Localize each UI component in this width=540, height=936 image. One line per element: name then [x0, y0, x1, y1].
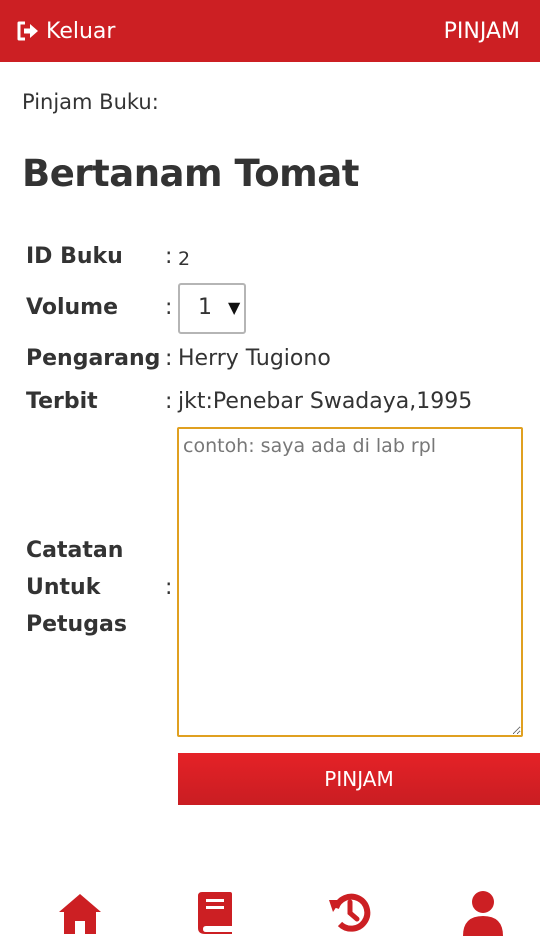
user-icon [463, 891, 503, 936]
notes-textarea[interactable] [177, 427, 523, 737]
book-icon [198, 892, 232, 934]
volume-selected-value: 1 [198, 295, 212, 320]
notes-colon: : [165, 575, 173, 600]
bottom-navigation [0, 880, 540, 936]
nav-home[interactable] [56, 888, 104, 934]
nav-books[interactable] [192, 888, 240, 934]
author-value: Herry Tugiono [178, 346, 331, 371]
author-label: Pengarang [26, 346, 161, 371]
dropdown-arrow-icon: ▼ [228, 298, 241, 317]
book-title: Bertanam Tomat [22, 152, 359, 195]
top-bar: Keluar PINJAM [0, 0, 540, 62]
nav-history[interactable] [326, 888, 374, 932]
notes-label: Catatan Untuk Petugas [26, 532, 127, 643]
notes-label-line-3: Petugas [26, 612, 127, 637]
published-colon: : [165, 389, 173, 414]
volume-select[interactable]: 1 ▼ [178, 283, 246, 334]
page-subtitle: Pinjam Buku: [22, 90, 159, 114]
notes-label-line-2: Untuk [26, 575, 101, 600]
volume-colon: : [165, 295, 173, 320]
author-colon: : [165, 346, 173, 371]
nav-profile[interactable] [459, 888, 507, 936]
published-label: Terbit [26, 389, 98, 414]
logout-button[interactable]: Keluar [16, 19, 115, 44]
sign-out-icon [17, 21, 38, 41]
home-icon [59, 894, 101, 934]
pinjam-submit-button[interactable]: PINJAM [178, 753, 540, 805]
id-colon: : [165, 244, 173, 269]
top-pinjam-link[interactable]: PINJAM [444, 19, 520, 44]
id-value: 2 [178, 248, 191, 270]
logout-label: Keluar [46, 18, 116, 44]
notes-label-line-1: Catatan [26, 538, 124, 563]
history-icon [329, 893, 371, 932]
volume-label: Volume [26, 295, 118, 320]
id-label: ID Buku [26, 244, 123, 269]
published-value: jkt:Penebar Swadaya,1995 [178, 389, 473, 414]
